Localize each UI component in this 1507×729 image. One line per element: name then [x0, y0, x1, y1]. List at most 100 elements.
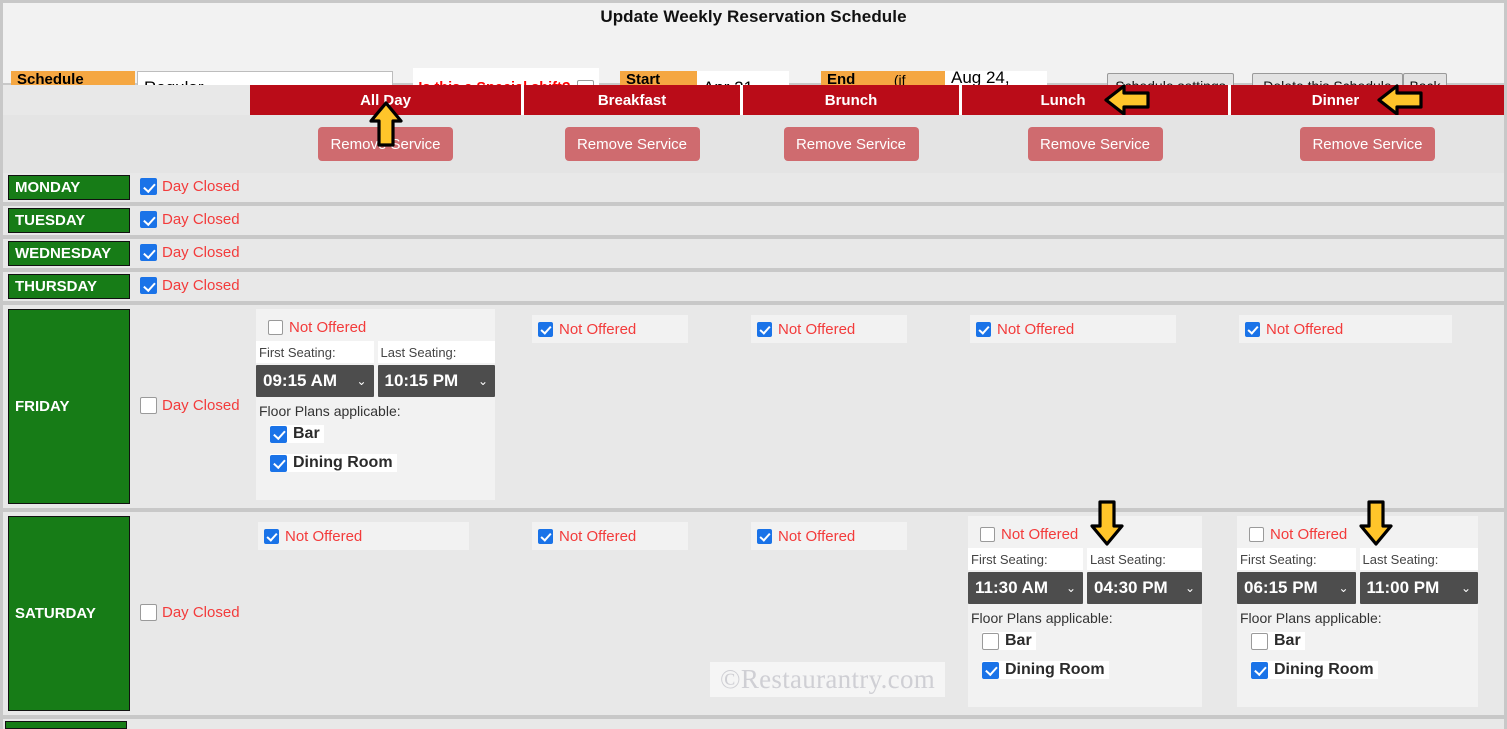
- checkbox-unchecked[interactable]: [1251, 632, 1268, 650]
- floor-plan-bar-friday-all-day[interactable]: Bar: [270, 425, 324, 443]
- day-row-friday: FRIDAY Day Closed Not Offered First Seating…: [3, 305, 1504, 508]
- checkbox-checked[interactable]: [264, 528, 279, 544]
- not-offered-toggle-friday-all-day[interactable]: Not Offered: [262, 313, 375, 341]
- day-name-text: FRIDAY: [15, 398, 70, 415]
- checkbox-checked[interactable]: [140, 277, 157, 294]
- first-seating-label: First Seating:: [968, 548, 1083, 570]
- floor-plan-bar-saturday-dinner[interactable]: Bar: [1251, 632, 1305, 650]
- checkbox-checked[interactable]: [270, 454, 287, 472]
- checkbox-unchecked[interactable]: [982, 632, 999, 650]
- not-offered-toggle-friday-brunch[interactable]: Not Offered: [751, 315, 907, 343]
- checkbox-checked[interactable]: [757, 528, 772, 544]
- checkbox-checked[interactable]: [538, 528, 553, 544]
- not-offered-label: Not Offered: [997, 320, 1075, 338]
- checkbox-checked[interactable]: [976, 321, 991, 337]
- remove-service-button-brunch[interactable]: Remove Service: [783, 127, 919, 161]
- day-closed-label: Day Closed: [162, 211, 240, 228]
- day-closed-label: Day Closed: [162, 397, 240, 414]
- day-tag-partial: [5, 721, 127, 729]
- last-seating-label: Last Seating:: [1087, 548, 1202, 570]
- service-title-strip: All Day Breakfast Brunch Lunch Dinner: [3, 84, 1504, 116]
- checkbox-unchecked[interactable]: [980, 526, 995, 542]
- chevron-down-icon: ⌄: [1184, 581, 1195, 595]
- checkbox-unchecked[interactable]: [1249, 526, 1264, 542]
- checkbox-checked[interactable]: [1251, 661, 1268, 679]
- checkbox-checked[interactable]: [1245, 321, 1260, 337]
- floor-plan-dining-room-saturday-dinner[interactable]: Dining Room: [1251, 661, 1378, 679]
- checkbox-checked[interactable]: [140, 211, 157, 228]
- day-closed-toggle-tuesday[interactable]: Day Closed: [140, 211, 240, 228]
- day-name-text: MONDAY: [15, 179, 81, 196]
- checkbox-checked[interactable]: [140, 244, 157, 261]
- annotation-arrow-down: [1090, 500, 1124, 546]
- checkbox-checked[interactable]: [982, 661, 999, 679]
- annotation-arrow-left: [1103, 84, 1150, 116]
- not-offered-toggle-saturday-breakfast[interactable]: Not Offered: [532, 522, 688, 550]
- chevron-down-icon: ⌄: [1338, 581, 1349, 595]
- day-name-text: SATURDAY: [15, 605, 96, 622]
- floor-plan-bar-label: Bar: [1005, 632, 1032, 649]
- not-offered-toggle-friday-dinner[interactable]: Not Offered: [1239, 315, 1452, 343]
- last-seating-select-saturday-dinner[interactable]: 11:00 PM ⌄: [1359, 572, 1478, 604]
- day-row-wednesday: WEDNESDAY Day Closed: [3, 239, 1504, 268]
- last-seating-value: 11:00 PM: [1366, 578, 1440, 597]
- remove-service-button-dinner[interactable]: Remove Service: [1300, 127, 1435, 161]
- seating-selects-friday-all-day: 09:15 AM ⌄ 10:15 PM ⌄: [256, 365, 495, 397]
- day-row-monday: MONDAY Day Closed: [3, 173, 1504, 202]
- checkbox-checked[interactable]: [270, 425, 287, 443]
- not-offered-toggle-saturday-all-day[interactable]: Not Offered: [258, 522, 469, 550]
- floor-plan-bar-label: Bar: [293, 425, 320, 442]
- day-name-text: THURSDAY: [15, 278, 97, 295]
- page-title: Update Weekly Reservation Schedule: [600, 7, 907, 26]
- not-offered-toggle-saturday-dinner[interactable]: Not Offered: [1243, 520, 1356, 548]
- not-offered-toggle-saturday-lunch[interactable]: Not Offered: [974, 520, 1087, 548]
- day-closed-toggle-thursday[interactable]: Day Closed: [140, 277, 240, 294]
- floor-plan-dining-room-label: Dining Room: [1274, 661, 1374, 678]
- service-header-row: All Day Breakfast Brunch Lunch Dinner Remove…: [3, 84, 1504, 173]
- column-divider: [740, 85, 743, 115]
- floor-plans-label-saturday-dinner: Floor Plans applicable:: [1240, 610, 1382, 626]
- day-row-saturday: SATURDAY Day Closed Not Offered Not Offered…: [3, 500, 1504, 715]
- not-offered-toggle-friday-breakfast[interactable]: Not Offered: [532, 315, 688, 343]
- service-header-breakfast[interactable]: Breakfast: [524, 85, 740, 115]
- floor-plans-label-saturday-lunch: Floor Plans applicable:: [971, 610, 1113, 626]
- day-closed-toggle-wednesday[interactable]: Day Closed: [140, 244, 240, 261]
- day-closed-label: Day Closed: [162, 277, 240, 294]
- day-row-tuesday: TUESDAY Day Closed: [3, 206, 1504, 235]
- floor-plan-dining-room-saturday-lunch[interactable]: Dining Room: [982, 661, 1109, 679]
- first-seating-select-friday-all-day[interactable]: 09:15 AM ⌄: [256, 365, 374, 397]
- checkbox-checked[interactable]: [538, 321, 553, 337]
- last-seating-select-saturday-lunch[interactable]: 04:30 PM ⌄: [1087, 572, 1202, 604]
- floor-plan-bar-saturday-lunch[interactable]: Bar: [982, 632, 1036, 650]
- day-closed-toggle-saturday[interactable]: Day Closed: [140, 604, 240, 621]
- service-header-brunch[interactable]: Brunch: [743, 85, 959, 115]
- service-header-dinner[interactable]: Dinner: [1231, 84, 1504, 116]
- floor-plan-bar-label: Bar: [1274, 632, 1301, 649]
- last-seating-select-friday-all-day[interactable]: 10:15 PM ⌄: [377, 365, 495, 397]
- next-day-row-partial: [3, 719, 1504, 729]
- day-closed-toggle-monday[interactable]: Day Closed: [140, 178, 240, 195]
- not-offered-toggle-saturday-brunch[interactable]: Not Offered: [751, 522, 907, 550]
- remove-service-strip: Remove Service Remove Service Remove Servi…: [3, 101, 1504, 173]
- day-closed-toggle-friday[interactable]: Day Closed: [140, 397, 240, 414]
- checkbox-unchecked[interactable]: [140, 604, 157, 621]
- service-header-lunch[interactable]: Lunch: [962, 84, 1228, 116]
- checkbox-unchecked[interactable]: [268, 319, 283, 335]
- first-seating-select-saturday-dinner[interactable]: 06:15 PM ⌄: [1237, 572, 1356, 604]
- day-row-thursday: THURSDAY Day Closed: [3, 272, 1504, 301]
- seating-selects-saturday-dinner: 06:15 PM ⌄ 11:00 PM ⌄: [1237, 572, 1478, 604]
- remove-service-button-lunch[interactable]: Remove Service: [1027, 127, 1163, 161]
- floor-plan-dining-room-label: Dining Room: [293, 454, 393, 471]
- column-divider: [959, 85, 962, 115]
- day-label-monday: MONDAY: [8, 175, 130, 200]
- not-offered-toggle-friday-lunch[interactable]: Not Offered: [970, 315, 1176, 343]
- checkbox-checked[interactable]: [757, 321, 772, 337]
- toolbar: Schedule Name: Regular Is this a Special…: [3, 31, 1504, 108]
- first-seating-value: 09:15 AM: [263, 371, 338, 390]
- first-seating-select-saturday-lunch[interactable]: 11:30 AM ⌄: [968, 572, 1083, 604]
- service-name-label: Dinner: [1311, 91, 1360, 109]
- checkbox-checked[interactable]: [140, 178, 157, 195]
- remove-service-button-breakfast[interactable]: Remove Service: [564, 127, 700, 161]
- checkbox-unchecked[interactable]: [140, 397, 157, 414]
- floor-plan-dining-room-friday-all-day[interactable]: Dining Room: [270, 454, 397, 472]
